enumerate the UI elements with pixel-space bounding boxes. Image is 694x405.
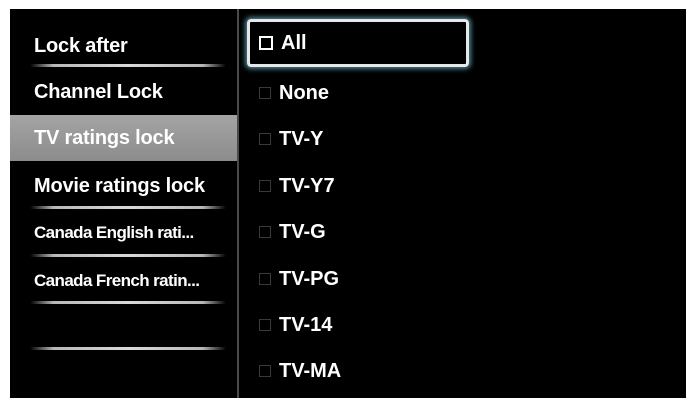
option-label: TV-14	[279, 313, 333, 336]
tv-settings-screen: Lock after Channel Lock TV ratings lock …	[10, 9, 686, 398]
option-tv-y7[interactable]: TV-Y7	[247, 163, 469, 209]
lock-menu: Lock after Channel Lock TV ratings lock …	[10, 9, 237, 398]
option-label: TV-MA	[279, 359, 342, 382]
menu-divider	[30, 64, 226, 67]
checkbox-icon[interactable]	[259, 133, 271, 145]
option-label: TV-PG	[279, 267, 340, 290]
checkbox-icon[interactable]	[259, 365, 271, 377]
option-none[interactable]: None	[247, 70, 469, 116]
checkbox-icon[interactable]	[259, 180, 271, 192]
menu-item-empty[interactable]	[10, 305, 237, 351]
menu-item-label: Lock after	[34, 34, 128, 57]
checkbox-icon[interactable]	[259, 273, 271, 285]
menu-item-canada-english-ratings[interactable]: Canada English rati...	[10, 210, 237, 256]
option-tv-14[interactable]: TV-14	[247, 302, 469, 348]
menu-item-label: TV ratings lock	[34, 126, 175, 149]
menu-item-label: Channel Lock	[34, 80, 163, 103]
option-tv-ma[interactable]: TV-MA	[247, 348, 469, 394]
option-label: TV-Y7	[279, 174, 335, 197]
checkbox-icon[interactable]	[259, 226, 271, 238]
menu-divider	[30, 254, 226, 257]
option-tv-y[interactable]: TV-Y	[247, 116, 469, 162]
checkbox-icon[interactable]	[259, 87, 271, 99]
menu-item-movie-ratings-lock[interactable]: Movie ratings lock	[10, 163, 237, 209]
checkbox-icon[interactable]	[259, 36, 273, 50]
menu-item-lock-after[interactable]: Lock after	[10, 23, 237, 69]
option-all[interactable]: All	[247, 19, 469, 67]
option-label: TV-G	[279, 220, 326, 243]
menu-item-label: Canada English rati...	[34, 223, 194, 242]
option-label: None	[279, 81, 329, 104]
menu-item-label: Canada French ratin...	[34, 271, 200, 290]
menu-item-canada-french-ratings[interactable]: Canada French ratin...	[10, 258, 237, 304]
menu-divider	[30, 347, 226, 350]
option-label: All	[281, 31, 307, 54]
menu-item-tv-ratings-lock[interactable]: TV ratings lock	[10, 115, 237, 161]
checkbox-icon[interactable]	[259, 319, 271, 331]
option-label: TV-Y	[279, 127, 324, 150]
option-tv-pg[interactable]: TV-PG	[247, 256, 469, 302]
menu-item-label: Movie ratings lock	[34, 174, 205, 197]
option-tv-g[interactable]: TV-G	[247, 209, 469, 255]
ratings-list: All None TV-Y TV-Y7 TV-G TV-PG TV-14 TV-…	[239, 9, 686, 398]
menu-item-channel-lock[interactable]: Channel Lock	[10, 69, 237, 115]
menu-divider	[30, 301, 226, 304]
menu-divider	[30, 206, 226, 209]
